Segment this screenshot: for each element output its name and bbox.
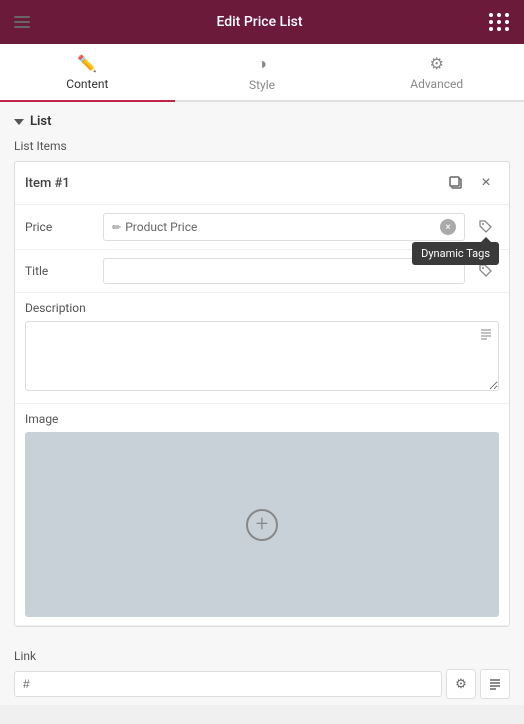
list-icon[interactable] bbox=[479, 327, 493, 345]
header-title: Edit Price List bbox=[216, 14, 302, 30]
image-field: Image + bbox=[15, 404, 509, 626]
tab-advanced[interactable]: ⚙ Advanced bbox=[349, 44, 524, 100]
content-area: List List Items Item #1 × bbox=[0, 102, 524, 705]
image-label: Image bbox=[25, 412, 499, 426]
link-row: ⚙ bbox=[14, 669, 510, 699]
link-settings-button[interactable]: ⚙ bbox=[446, 669, 476, 699]
link-label: Link bbox=[14, 649, 510, 663]
section-title: List bbox=[30, 114, 51, 129]
item-card-header: Item #1 × bbox=[15, 162, 509, 205]
tab-content-label: Content bbox=[66, 77, 108, 91]
gear-icon-link: ⚙ bbox=[455, 676, 467, 692]
image-upload-area[interactable]: + bbox=[25, 432, 499, 617]
tab-advanced-label: Advanced bbox=[410, 77, 463, 91]
link-input-wrap bbox=[14, 671, 442, 697]
tab-bar: ✏️ Content ◑ Style ⚙ Advanced bbox=[0, 44, 524, 102]
price-value-text: Product Price bbox=[125, 220, 197, 234]
item-card-title: Item #1 bbox=[25, 176, 443, 191]
add-image-icon: + bbox=[246, 509, 278, 541]
list-items-label: List Items bbox=[0, 139, 524, 161]
price-field-row: Price ✏ Product Price × Dynamic Tags bbox=[15, 205, 509, 250]
description-field: Description bbox=[15, 293, 509, 404]
lines-icon bbox=[479, 327, 493, 341]
description-label: Description bbox=[25, 301, 499, 315]
remove-item-button[interactable]: × bbox=[473, 170, 499, 196]
item-card: Item #1 × Price ✏ Produ bbox=[14, 161, 510, 627]
clear-price-button[interactable]: × bbox=[440, 219, 456, 235]
link-section: Link ⚙ bbox=[0, 639, 524, 705]
description-textarea-wrap bbox=[25, 321, 499, 395]
title-input[interactable] bbox=[103, 258, 465, 284]
tab-style-label: Style bbox=[249, 78, 275, 92]
title-label: Title bbox=[25, 264, 95, 278]
gear-icon: ⚙ bbox=[430, 54, 444, 73]
header: Edit Price List bbox=[0, 0, 524, 44]
close-icon: × bbox=[481, 174, 490, 192]
description-input[interactable] bbox=[25, 321, 499, 391]
chevron-down-icon bbox=[14, 119, 24, 125]
tag-icon-title bbox=[479, 264, 493, 278]
link-list-button[interactable] bbox=[480, 669, 510, 699]
tag-icon: ✏ bbox=[112, 221, 121, 234]
section-header[interactable]: List bbox=[0, 102, 524, 139]
pencil-icon: ✏️ bbox=[77, 54, 97, 73]
duplicate-button[interactable] bbox=[443, 170, 469, 196]
dynamic-tags-tooltip: Dynamic Tags bbox=[412, 242, 499, 265]
price-field-value: ✏ Product Price bbox=[112, 220, 197, 234]
tag-icon bbox=[479, 220, 493, 234]
list-icon-link bbox=[488, 677, 502, 691]
price-input-container[interactable]: ✏ Product Price × bbox=[103, 213, 465, 241]
item-card-actions: × bbox=[443, 170, 499, 196]
dynamic-tags-container: Dynamic Tags bbox=[473, 214, 499, 240]
price-label: Price bbox=[25, 220, 95, 234]
link-input[interactable] bbox=[23, 677, 433, 691]
style-icon: ◑ bbox=[257, 54, 267, 74]
copy-icon bbox=[449, 176, 463, 190]
tab-style[interactable]: ◑ Style bbox=[175, 44, 350, 100]
apps-icon[interactable] bbox=[489, 13, 510, 31]
tab-content[interactable]: ✏️ Content bbox=[0, 44, 175, 100]
menu-icon[interactable] bbox=[14, 16, 30, 28]
